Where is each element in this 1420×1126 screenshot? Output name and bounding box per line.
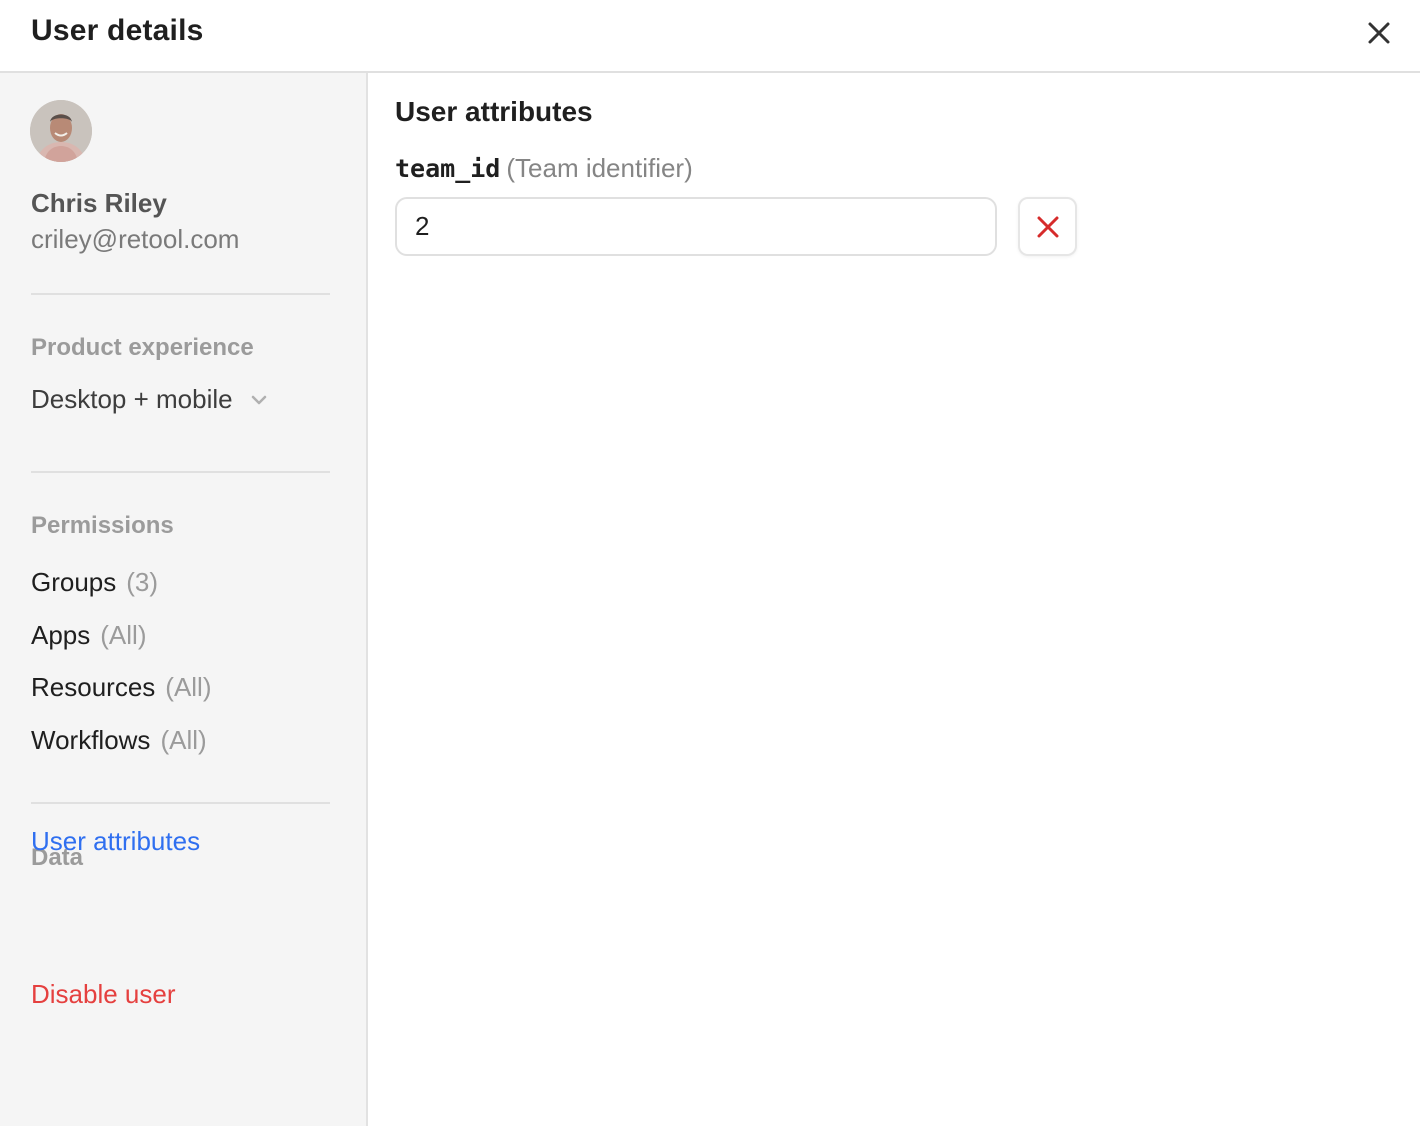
permission-resources[interactable]: Resources (All) <box>31 672 212 703</box>
permission-apps[interactable]: Apps (All) <box>31 620 146 651</box>
permission-count: (All) <box>160 725 207 755</box>
permissions-label: Permissions <box>31 512 174 539</box>
permission-label: Workflows <box>31 725 151 755</box>
disable-user-button[interactable]: Disable user <box>31 979 176 1010</box>
user-email: criley@retool.com <box>31 224 240 254</box>
permission-groups[interactable]: Groups (3) <box>31 567 158 598</box>
permission-workflows[interactable]: Workflows (All) <box>31 725 207 756</box>
divider <box>31 802 330 804</box>
product-experience-value: Desktop + mobile <box>31 384 233 414</box>
permission-count: (3) <box>126 567 159 597</box>
divider <box>31 293 330 295</box>
close-button[interactable] <box>1362 16 1396 50</box>
product-experience-label: Product experience <box>31 334 254 361</box>
attribute-key: team_id <box>395 154 501 183</box>
close-icon <box>1368 22 1390 44</box>
avatar <box>30 100 92 162</box>
chevron-down-icon <box>251 395 267 405</box>
attribute-label: team_id (Team identifier) <box>395 153 693 184</box>
modal-title: User details <box>31 14 204 47</box>
avatar-photo-icon <box>30 100 92 162</box>
user-attributes-link[interactable]: User attributes <box>31 826 200 857</box>
attribute-value-input[interactable] <box>395 197 997 256</box>
attribute-description: (Team identifier) <box>506 153 693 183</box>
sidebar: Chris Riley criley@retool.com Product ex… <box>0 73 368 1126</box>
permission-count: (All) <box>165 672 212 702</box>
x-icon <box>1037 216 1058 237</box>
permission-label: Apps <box>31 620 91 650</box>
modal-header: User details <box>0 0 1420 73</box>
product-experience-select[interactable]: Desktop + mobile <box>31 384 267 415</box>
section-title: User attributes <box>395 96 593 127</box>
user-name: Chris Riley <box>31 188 167 218</box>
permission-label: Groups <box>31 567 117 597</box>
permission-count: (All) <box>100 620 147 650</box>
remove-attribute-button[interactable] <box>1018 197 1077 256</box>
permission-label: Resources <box>31 672 156 702</box>
divider <box>31 471 330 473</box>
